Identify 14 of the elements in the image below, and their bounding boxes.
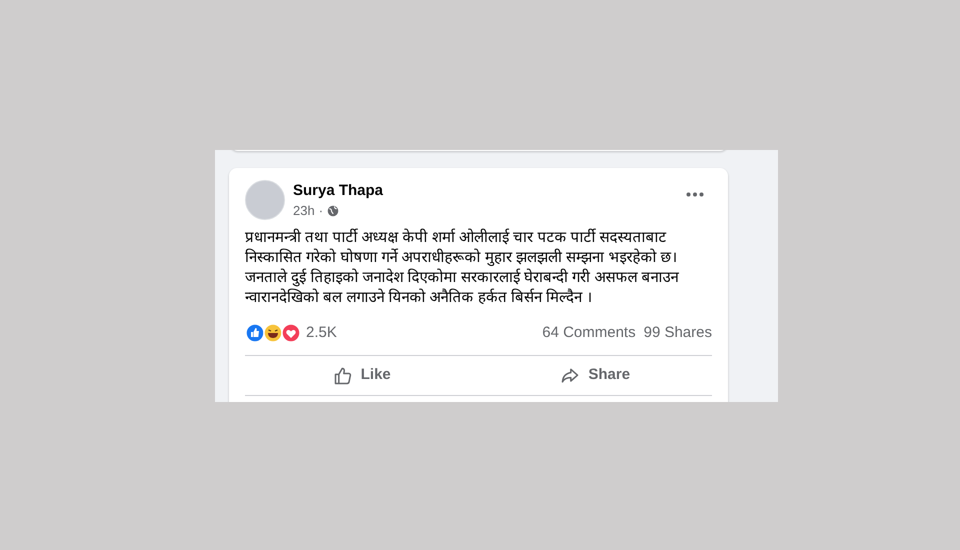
reactions-count[interactable]: 2.5K (306, 322, 337, 344)
share-button[interactable]: Share (478, 358, 712, 392)
thumbs-up-icon (332, 366, 353, 386)
reaction-icons (245, 323, 302, 343)
post-time[interactable]: 23h (293, 203, 315, 219)
post-text: प्रधानमन्त्री तथा पार्टी अध्यक्ष केपी शर्मा ओलीलाई चार पटक पार्टी सदस्यताबाट निस्कासित गरेको घोषणा गर्ने अपराधीहरूको मुहार झलझली सम्झना भइरहेको छ। जनताले दुई तिहाइको जनादेश दिएकोमा सरकारलाई घेराबन्दी गरी असफल बनाउन न्वारानदेखिको बल लगाउने यिनको अनैतिक हर्कत बिर्सन मिल्दैन । (245, 228, 680, 308)
separator-dot: · (318, 203, 324, 219)
like-button[interactable]: Like (245, 358, 478, 392)
author-name[interactable]: Surya Thapa (293, 181, 384, 201)
shares-count[interactable]: 99 Shares (644, 322, 712, 344)
globe-icon (327, 205, 340, 217)
share-arrow-icon (560, 366, 580, 386)
more-options-icon[interactable] (686, 192, 704, 197)
comments-count[interactable]: 64 Comments (542, 322, 636, 344)
